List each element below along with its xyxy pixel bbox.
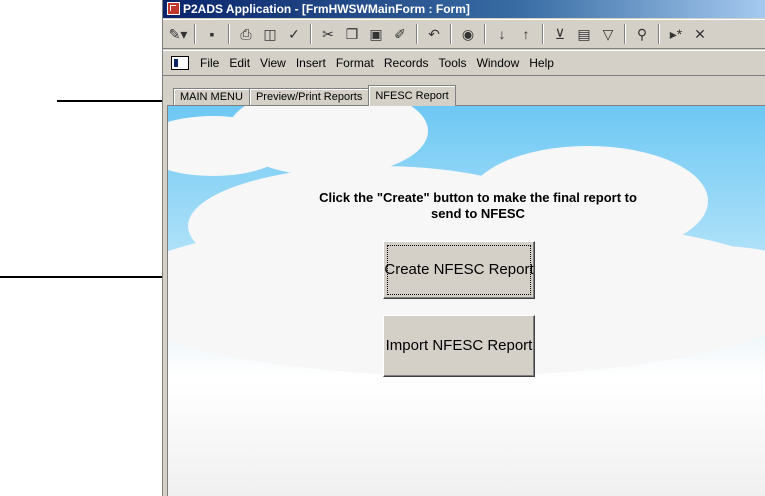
undo-icon[interactable]: ↶ [423,23,445,45]
menu-help[interactable]: Help [524,56,559,70]
toolbar-separator [484,24,486,44]
instruction-text: Click the "Create" button to make the fi… [319,190,637,221]
toolbar-separator [228,24,230,44]
menu-bar: File Edit View Insert Format Records Too… [163,50,765,76]
menu-view[interactable]: View [255,56,291,70]
hyperlink-icon[interactable]: ◉ [457,23,479,45]
toolbar-separator [416,24,418,44]
paste-icon[interactable]: ▣ [365,23,387,45]
cut-icon[interactable]: ✂ [317,23,339,45]
tab-nfesc-report[interactable]: NFESC Report [368,85,456,106]
menu-format[interactable]: Format [331,56,379,70]
menu-insert[interactable]: Insert [291,56,331,70]
create-button-label: Create NFESC Report [384,261,534,278]
sort-descending-icon[interactable]: ↑ [515,23,537,45]
toolbar-separator [194,24,196,44]
window-title: P2ADS Application - [FrmHWSWMainForm : F… [183,2,470,16]
tab-page-nfesc-report: Click the "Create" button to make the fi… [167,105,765,496]
menu-edit[interactable]: Edit [224,56,255,70]
find-icon[interactable]: ⚲ [631,23,653,45]
tab-preview-print-reports[interactable]: Preview/Print Reports [248,88,370,106]
application-window: P2ADS Application - [FrmHWSWMainForm : F… [162,0,765,496]
new-record-icon[interactable]: ▸* [665,23,687,45]
menu-window[interactable]: Window [472,56,525,70]
title-bar: P2ADS Application - [FrmHWSWMainForm : F… [163,0,765,18]
filter-by-selection-icon[interactable]: ⊻ [549,23,571,45]
access-app-icon [167,2,180,15]
design-view-icon[interactable]: ✎▾ [167,23,189,45]
tab-main-menu[interactable]: MAIN MENU [173,88,250,106]
spelling-icon[interactable]: ✓ [283,23,305,45]
form-icon[interactable] [171,56,189,70]
delete-record-icon[interactable]: ✕ [689,23,711,45]
format-painter-icon[interactable]: ✐ [389,23,411,45]
print-preview-icon[interactable]: ◫ [259,23,281,45]
toolbar: ✎▾ ▪ ⎙ ◫ ✓ ✂ ❐ ▣ ✐ ↶ ◉ ↓ ↑ ⊻ ▤ ▽ ⚲ ▸* ✕ [163,19,765,49]
import-button-label: Import NFESC Report [385,337,533,354]
sort-ascending-icon[interactable]: ↓ [491,23,513,45]
toolbar-separator [450,24,452,44]
copy-icon[interactable]: ❐ [341,23,363,45]
save-icon[interactable]: ▪ [201,23,223,45]
import-nfesc-report-button[interactable]: Import NFESC Report [383,315,535,377]
filter-by-form-icon[interactable]: ▤ [573,23,595,45]
menu-records[interactable]: Records [379,56,434,70]
toolbar-separator [658,24,660,44]
toolbar-separator [542,24,544,44]
menu-tools[interactable]: Tools [434,56,472,70]
apply-filter-icon[interactable]: ▽ [597,23,619,45]
menu-file[interactable]: File [195,56,224,70]
create-nfesc-report-button[interactable]: Create NFESC Report [383,241,535,299]
toolbar-separator [624,24,626,44]
tab-strip: MAIN MENU Preview/Print Reports NFESC Re… [173,84,456,106]
toolbar-separator [310,24,312,44]
print-icon[interactable]: ⎙ [235,23,257,45]
